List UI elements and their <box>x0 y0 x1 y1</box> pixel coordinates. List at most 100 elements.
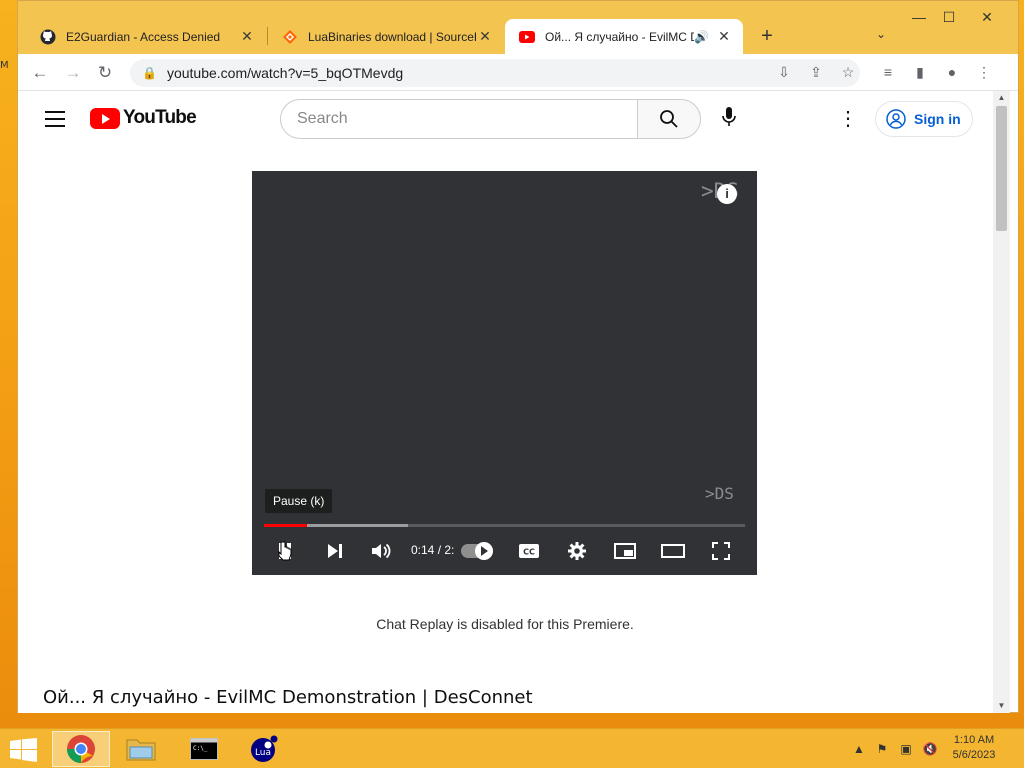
close-icon[interactable]: ✕ <box>476 28 494 45</box>
media-controls-icon[interactable]: ≡ <box>877 61 899 83</box>
scroll-thumb[interactable] <box>996 106 1007 231</box>
time-display: 0:14 / 2: <box>411 543 455 557</box>
url-text: youtube.com/watch?v=5_bqOTMevdg <box>166 65 404 81</box>
profile-icon[interactable]: ● <box>941 61 963 83</box>
fullscreen-button[interactable] <box>708 537 734 565</box>
windows-taskbar: C:\_ Lua ▲ ⚑ ▣ 🔇 1:10 AM 5/6/2023 <box>0 728 1024 768</box>
youtube-logo-text: YouTube <box>123 107 197 128</box>
tab-strip: E2Guardian - Access Denied ✕ LuaBinaries… <box>18 1 1018 54</box>
close-icon[interactable]: ✕ <box>238 28 256 45</box>
share-icon[interactable]: ⇪ <box>805 61 827 83</box>
pause-tooltip: Pause (k) <box>265 489 333 513</box>
scroll-down-icon[interactable]: ▼ <box>993 699 1010 713</box>
tab-youtube[interactable]: Ой... Я случайно - EvilMC Demonstration … <box>505 19 743 54</box>
sign-in-button[interactable]: Sign in <box>875 101 973 137</box>
account-icon <box>886 109 906 129</box>
terminal-icon: C:\_ <box>190 738 218 760</box>
windows-logo-icon <box>10 738 37 762</box>
taskbar-chrome[interactable] <box>52 731 110 767</box>
sign-in-label: Sign in <box>914 111 961 127</box>
theater-mode-icon <box>661 544 685 558</box>
tab-title: LuaBinaries download | SourceForge <box>308 29 476 44</box>
close-window-button[interactable]: ✕ <box>972 9 1002 26</box>
progress-bar[interactable] <box>264 524 745 527</box>
browser-window: E2Guardian - Access Denied ✕ LuaBinaries… <box>17 0 1019 713</box>
show-hidden-icons[interactable]: ▲ <box>851 741 867 757</box>
install-app-icon[interactable]: ⇩ <box>773 61 795 83</box>
gear-icon <box>568 542 586 560</box>
volume-muted-icon[interactable]: 🔇 <box>922 741 938 757</box>
more-options-icon[interactable]: ⋮ <box>838 105 858 133</box>
maximize-button[interactable]: ☐ <box>934 9 964 26</box>
lock-icon[interactable]: 🔒 <box>142 66 157 80</box>
new-tab-button[interactable]: + <box>756 25 778 47</box>
tab-search-button[interactable]: ⌄ <box>876 27 886 41</box>
video-title: Ой... Я случайно - EvilMC Demonstration … <box>43 687 533 708</box>
mute-button[interactable] <box>368 537 394 565</box>
desktop-edge-text: M <box>0 60 9 71</box>
network-icon[interactable]: ▣ <box>898 741 914 757</box>
search-button[interactable] <box>637 99 701 139</box>
theater-mode-button[interactable] <box>660 537 686 565</box>
captions-button[interactable]: CC <box>516 537 542 565</box>
search-icon <box>660 110 678 128</box>
svg-text:C:\_: C:\_ <box>193 745 208 752</box>
action-center-flag-icon[interactable]: ⚑ <box>874 741 890 757</box>
system-clock[interactable]: 1:10 AM 5/6/2023 <box>944 733 1004 763</box>
hamburger-menu-icon[interactable] <box>45 111 65 127</box>
video-player[interactable]: >DS i >DS Pause (k) 0:14 / 2: CC <box>252 171 757 575</box>
folder-icon <box>126 739 156 761</box>
tab-title: E2Guardian - Access Denied <box>66 29 221 44</box>
played-progress <box>264 524 308 527</box>
volume-icon <box>372 543 391 559</box>
chat-replay-note: Chat Replay is disabled for this Premier… <box>376 616 634 632</box>
clock-date: 5/6/2023 <box>952 749 996 761</box>
github-icon <box>40 29 56 45</box>
chrome-icon <box>67 735 95 763</box>
browser-toolbar: ← → ↻ 🔒 youtube.com/watch?v=5_bqOTMevdg … <box>18 54 1018 91</box>
youtube-icon <box>519 29 535 45</box>
youtube-play-icon <box>90 107 120 129</box>
mouse-cursor-icon <box>278 541 292 561</box>
autoplay-play-icon <box>481 546 488 556</box>
captions-icon: CC <box>519 544 539 558</box>
fullscreen-icon <box>712 542 730 560</box>
next-button[interactable] <box>322 537 348 565</box>
forward-button[interactable]: → <box>62 62 84 84</box>
minimize-button[interactable]: — <box>904 9 934 25</box>
svg-text:CC: CC <box>523 548 535 557</box>
bookmark-star-icon[interactable]: ☆ <box>837 61 859 83</box>
info-icon[interactable]: i <box>717 184 737 204</box>
taskbar-file-explorer[interactable] <box>112 731 170 767</box>
scroll-up-icon[interactable]: ▲ <box>993 91 1010 105</box>
address-bar[interactable]: 🔒 youtube.com/watch?v=5_bqOTMevdg <box>130 59 860 87</box>
reload-button[interactable]: ↻ <box>94 62 116 84</box>
taskbar-lua[interactable]: Lua <box>235 731 293 767</box>
audio-playing-icon[interactable]: 🔊 <box>694 30 709 44</box>
close-icon[interactable]: ✕ <box>715 28 733 45</box>
youtube-page: YouTube Search ⋮ Sign in >DS i >DS Pause… <box>18 91 993 713</box>
clock-time: 1:10 AM <box>953 734 995 746</box>
video-watermark: >DS <box>705 484 734 503</box>
settings-button[interactable] <box>564 537 590 565</box>
back-button[interactable]: ← <box>29 62 51 84</box>
tab-e2guardian[interactable]: E2Guardian - Access Denied ✕ <box>26 19 266 54</box>
tab-luabinaries[interactable]: LuaBinaries download | SourceForge ✕ <box>268 19 504 54</box>
sourceforge-icon <box>282 29 298 45</box>
page-scrollbar[interactable]: ▲ ▼ <box>993 91 1010 713</box>
autoplay-toggle[interactable] <box>461 542 493 560</box>
miniplayer-button[interactable] <box>612 537 638 565</box>
search-input[interactable]: Search <box>280 99 638 139</box>
voice-search-button[interactable] <box>718 103 740 131</box>
svg-text:Lua: Lua <box>255 748 271 758</box>
next-icon <box>328 544 342 558</box>
miniplayer-icon <box>614 543 636 559</box>
browser-menu-icon[interactable]: ⋮ <box>973 61 995 83</box>
side-panel-icon[interactable]: ▮ <box>909 61 931 83</box>
lua-icon: Lua <box>251 735 278 762</box>
taskbar-command-prompt[interactable]: C:\_ <box>175 731 233 767</box>
start-button[interactable] <box>9 738 39 762</box>
microphone-icon <box>722 107 736 126</box>
youtube-logo[interactable]: YouTube <box>90 107 197 129</box>
tab-title: Ой... Я случайно - EvilMC Demonstration <box>545 29 694 44</box>
